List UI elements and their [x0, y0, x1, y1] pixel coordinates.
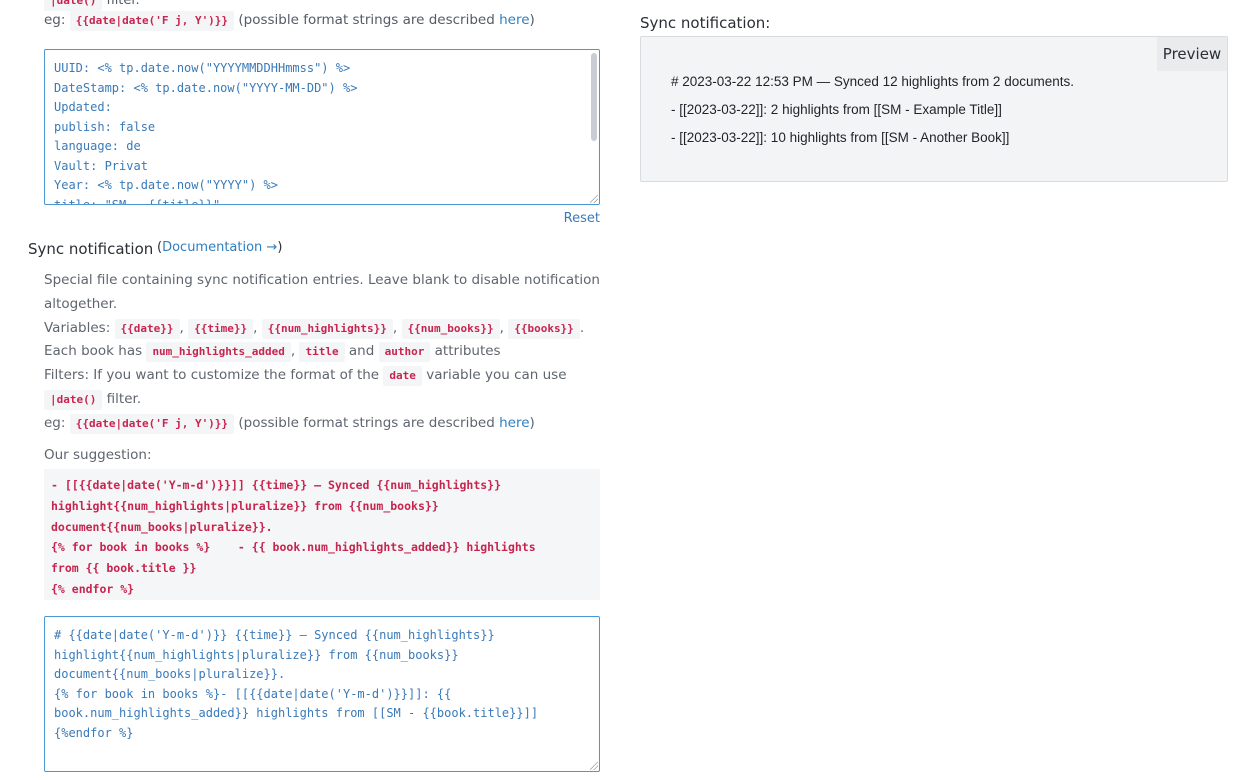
template-scrollbar[interactable]: [591, 53, 597, 141]
sync-notification-textarea[interactable]: # {{date|date('Y-m-d')}} {{time}} — Sync…: [44, 616, 600, 772]
doc-close-paren: ): [277, 240, 283, 255]
filters-date-chip: date: [383, 366, 422, 387]
resize-handle-icon[interactable]: [590, 195, 598, 203]
preview-panel: Preview # 2023-03-22 12:53 PM — Synced 1…: [640, 36, 1228, 182]
format-example-line: eg: {{date|date('F j, Y')}} (possible fo…: [44, 412, 604, 436]
eg-text: (possible format strings are described: [238, 12, 500, 28]
preview-line: # 2023-03-22 12:53 PM — Synced 12 highli…: [671, 74, 1074, 89]
var-time-chip: {{time}}: [188, 318, 254, 339]
eg-close-paren: ): [529, 414, 535, 431]
filter-text: filter.: [106, 390, 142, 407]
preview-line: - [[2023-03-22]]: 2 highlights from [[SM…: [671, 102, 1002, 117]
preview-title: Sync notification:: [640, 14, 771, 32]
preview-content: # 2023-03-22 12:53 PM — Synced 12 highli…: [671, 71, 1074, 155]
description-text: Special file containing sync notificatio…: [44, 272, 600, 312]
resize-handle-icon[interactable]: [590, 762, 598, 770]
attr-num-highlights-added-chip: num_highlights_added: [146, 342, 291, 363]
eg-text: (possible format strings are described: [238, 414, 500, 431]
var-books-chip: {{books}}: [508, 318, 580, 339]
filter-date-function-chip: |date(): [44, 389, 103, 410]
var-date-chip: {{date}}: [114, 318, 180, 339]
documentation-link-wrapper: (Documentation →): [157, 240, 282, 255]
filters-text: Filters: If you want to customize the fo…: [44, 367, 380, 384]
eg-label: eg:: [44, 414, 66, 431]
template-text[interactable]: UUID: <% tp.date.now("YYYYMMDDHHmmss") %…: [45, 50, 599, 204]
and-text: and: [348, 343, 375, 360]
suggestion-label: Our suggestion:: [44, 447, 152, 463]
variables-line: Variables: {{date}}, {{time}}, {{num_hig…: [44, 317, 604, 365]
eg-label: eg:: [44, 12, 66, 28]
preview-line: - [[2023-03-22]]: 10 highlights from [[S…: [671, 130, 1010, 145]
filter-text: filter.: [106, 0, 140, 8]
filters-text-after: variable you can use: [426, 367, 567, 384]
filters-line: Filters: If you want to customize the fo…: [44, 364, 604, 412]
template-textarea[interactable]: UUID: <% tp.date.now("YYYYMMDDHHmmss") %…: [44, 49, 600, 205]
preview-tab[interactable]: Preview: [1157, 37, 1227, 71]
sync-notification-text[interactable]: # {{date|date('Y-m-d')}} {{time}} — Sync…: [45, 617, 599, 752]
format-strings-link[interactable]: here: [499, 12, 529, 28]
documentation-link[interactable]: Documentation →: [162, 240, 277, 255]
eg-chip: {{date|date('F j, Y')}}: [69, 11, 235, 31]
suggestion-code-block: - [[{{date|date('Y-m-d')}}]] {{time}} — …: [44, 469, 600, 600]
var-num-highlights-chip: {{num_highlights}}: [261, 318, 393, 339]
section-description: Special file containing sync notificatio…: [44, 269, 604, 436]
section-title: Sync notification: [28, 240, 154, 258]
var-num-books-chip: {{num_books}}: [401, 318, 500, 339]
attr-author-chip: author: [378, 342, 431, 363]
attr-title-chip: title: [299, 342, 345, 363]
format-strings-link[interactable]: here: [499, 415, 529, 431]
reset-button[interactable]: Reset: [560, 211, 600, 226]
attributes-text: attributes: [434, 343, 501, 360]
eg-chip: {{date|date('F j, Y')}}: [69, 413, 235, 434]
suggestion-code: - [[{{date|date('Y-m-d')}}]] {{time}} — …: [51, 478, 536, 596]
top-filter-line: |date() filter.: [44, 0, 140, 11]
variables-label: Variables:: [44, 319, 111, 336]
eg-close-paren: ): [529, 12, 535, 28]
format-example-line: eg: {{date|date('F j, Y')}} (possible fo…: [44, 10, 535, 31]
